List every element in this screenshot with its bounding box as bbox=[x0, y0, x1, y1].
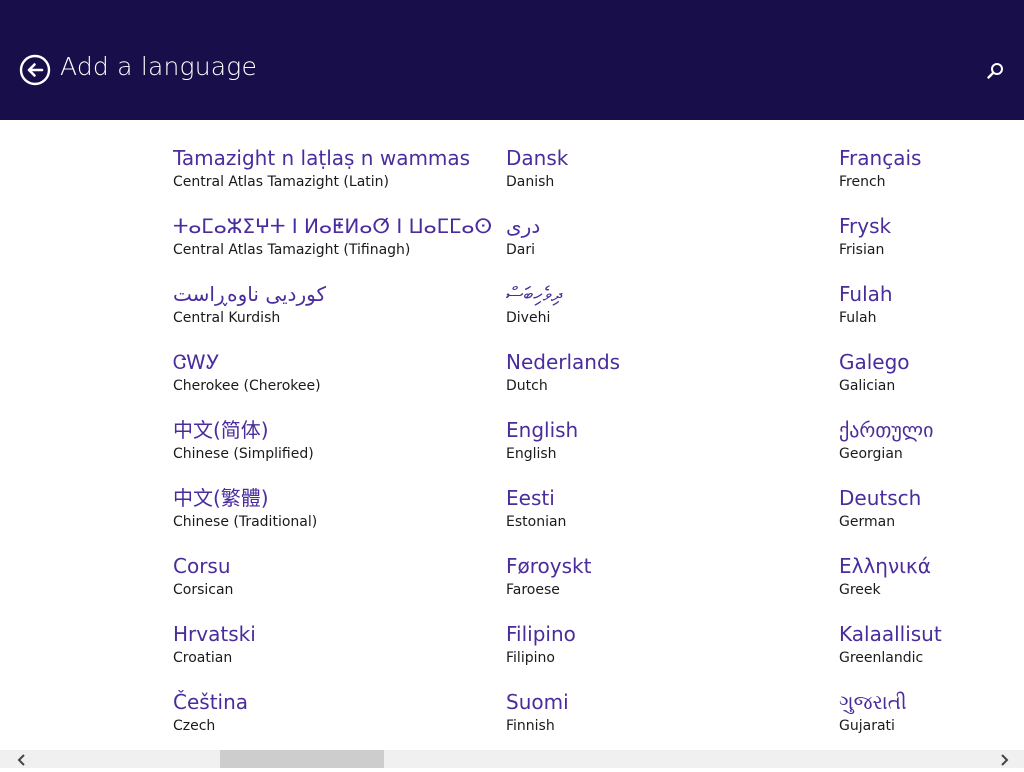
language-english-name: Chinese (Simplified) bbox=[173, 446, 314, 462]
horizontal-scrollbar[interactable] bbox=[0, 750, 1024, 768]
language-english-name: Czech bbox=[173, 718, 216, 734]
language-english-name: Finnish bbox=[506, 718, 555, 734]
header-bar: Add a language bbox=[0, 0, 1024, 120]
language-native-name: Galego bbox=[839, 350, 910, 374]
language-english-name: Greenlandic bbox=[839, 650, 924, 666]
language-native-name: ગુજરાતી bbox=[839, 690, 907, 714]
search-icon bbox=[987, 63, 1003, 79]
language-item[interactable]: Galego Galician bbox=[839, 348, 1024, 416]
back-button[interactable] bbox=[19, 54, 51, 86]
language-item[interactable]: Føroyskt Faroese bbox=[506, 552, 826, 620]
language-column: Tamazight n laṭlaṣ n wammas Central Atlas… bbox=[173, 144, 493, 750]
language-native-name: Deutsch bbox=[839, 486, 922, 510]
language-native-name: کوردیی ناوەڕاست bbox=[173, 282, 326, 306]
language-native-name: Tamazight n laṭlaṣ n wammas bbox=[173, 146, 471, 170]
language-native-name: Fulah bbox=[839, 282, 893, 306]
language-native-name: 中文(简体) bbox=[173, 418, 269, 442]
language-item[interactable]: Hrvatski Croatian bbox=[173, 620, 493, 688]
language-native-name: Suomi bbox=[506, 690, 569, 714]
language-english-name: English bbox=[506, 446, 557, 462]
language-english-name: Fulah bbox=[839, 310, 877, 326]
language-item[interactable]: Nederlands Dutch bbox=[506, 348, 826, 416]
language-native-name: Eesti bbox=[506, 486, 555, 510]
language-english-name: Estonian bbox=[506, 514, 567, 530]
language-native-name: ქართული bbox=[839, 418, 934, 442]
language-column: Français French Frysk Frisian Fulah Fulah G… bbox=[839, 144, 1024, 750]
scroll-left-button[interactable] bbox=[14, 752, 30, 768]
language-english-name: Greek bbox=[839, 582, 881, 598]
language-english-name: Central Atlas Tamazight (Tifinagh) bbox=[173, 242, 411, 258]
language-item[interactable]: Suomi Finnish bbox=[506, 688, 826, 750]
language-english-name: German bbox=[839, 514, 896, 530]
language-item[interactable]: Kalaallisut Greenlandic bbox=[839, 620, 1024, 688]
language-item[interactable]: Frysk Frisian bbox=[839, 212, 1024, 280]
chevron-right-icon bbox=[1001, 754, 1009, 766]
search-button[interactable] bbox=[984, 60, 1006, 82]
language-native-name: ᏣᎳᎩ bbox=[173, 350, 220, 374]
language-english-name: Divehi bbox=[506, 310, 551, 326]
language-item[interactable]: Corsu Corsican bbox=[173, 552, 493, 620]
language-item[interactable]: ދިވެހިބަސް Divehi bbox=[506, 280, 826, 348]
language-english-name: Faroese bbox=[506, 582, 560, 598]
language-item[interactable]: درى Dari bbox=[506, 212, 826, 280]
language-english-name: Dutch bbox=[506, 378, 548, 394]
language-english-name: Dari bbox=[506, 242, 536, 258]
language-native-name: Corsu bbox=[173, 554, 231, 578]
language-native-name: Filipino bbox=[506, 622, 576, 646]
language-item[interactable]: Čeština Czech bbox=[173, 688, 493, 750]
language-item[interactable]: Fulah Fulah bbox=[839, 280, 1024, 348]
language-english-name: Central Kurdish bbox=[173, 310, 281, 326]
language-english-name: Frisian bbox=[839, 242, 885, 258]
language-item[interactable]: Deutsch German bbox=[839, 484, 1024, 552]
language-english-name: Croatian bbox=[173, 650, 233, 666]
language-native-name: Dansk bbox=[506, 146, 569, 170]
language-english-name: Corsican bbox=[173, 582, 234, 598]
page-title: Add a language bbox=[60, 52, 258, 81]
language-native-name: 中文(繁體) bbox=[173, 486, 269, 510]
language-native-name: English bbox=[506, 418, 579, 442]
language-native-name: Ελληνικά bbox=[839, 554, 931, 578]
language-english-name: Gujarati bbox=[839, 718, 895, 734]
scroll-right-button[interactable] bbox=[996, 752, 1012, 768]
language-native-name: ދިވެހިބަސް bbox=[506, 282, 562, 306]
language-item[interactable]: Ελληνικά Greek bbox=[839, 552, 1024, 620]
language-item[interactable]: 中文(简体) Chinese (Simplified) bbox=[173, 416, 493, 484]
language-item[interactable]: ქართული Georgian bbox=[839, 416, 1024, 484]
language-item[interactable]: Eesti Estonian bbox=[506, 484, 826, 552]
language-native-name: Frysk bbox=[839, 214, 892, 238]
language-native-name: Kalaallisut bbox=[839, 622, 942, 646]
language-column: Dansk Danish درى Dari ދިވެހިބަސް Divehi Ned… bbox=[506, 144, 826, 750]
language-native-name: Français bbox=[839, 146, 922, 170]
language-english-name: French bbox=[839, 174, 886, 190]
scrollbar-thumb[interactable] bbox=[220, 750, 384, 768]
back-arrow-icon bbox=[19, 54, 51, 86]
language-item[interactable]: 中文(繁體) Chinese (Traditional) bbox=[173, 484, 493, 552]
language-item[interactable]: ⵜⴰⵎⴰⵣⵉⵖⵜ ⵏ ⵍⴰⵟⵍⴰⵚ ⵏ ⵡⴰⵎⵎⴰⵙ Central Atlas … bbox=[173, 212, 493, 280]
language-english-name: Georgian bbox=[839, 446, 903, 462]
language-english-name: Cherokee (Cherokee) bbox=[173, 378, 321, 394]
language-item[interactable]: Filipino Filipino bbox=[506, 620, 826, 688]
language-native-name: Nederlands bbox=[506, 350, 621, 374]
language-item[interactable]: Tamazight n laṭlaṣ n wammas Central Atlas… bbox=[173, 144, 493, 212]
language-native-name: Hrvatski bbox=[173, 622, 256, 646]
language-item[interactable]: Français French bbox=[839, 144, 1024, 212]
language-native-name: درى bbox=[506, 214, 541, 238]
language-english-name: Filipino bbox=[506, 650, 555, 666]
language-item[interactable]: کوردیی ناوەڕاست Central Kurdish bbox=[173, 280, 493, 348]
language-native-name: Čeština bbox=[173, 690, 249, 714]
language-native-name: Føroyskt bbox=[506, 554, 592, 578]
language-item[interactable]: ગુજરાતી Gujarati bbox=[839, 688, 1024, 750]
language-native-name: ⵜⴰⵎⴰⵣⵉⵖⵜ ⵏ ⵍⴰⵟⵍⴰⵚ ⵏ ⵡⴰⵎⵎⴰⵙ bbox=[173, 214, 493, 238]
language-item[interactable]: English English bbox=[506, 416, 826, 484]
language-english-name: Central Atlas Tamazight (Latin) bbox=[173, 174, 389, 190]
language-item[interactable]: ᏣᎳᎩ Cherokee (Cherokee) bbox=[173, 348, 493, 416]
language-english-name: Danish bbox=[506, 174, 555, 190]
language-english-name: Galician bbox=[839, 378, 896, 394]
language-item[interactable]: Dansk Danish bbox=[506, 144, 826, 212]
language-list: Tamazight n laṭlaṣ n wammas Central Atlas… bbox=[0, 120, 1024, 750]
language-english-name: Chinese (Traditional) bbox=[173, 514, 318, 530]
chevron-left-icon bbox=[17, 754, 25, 766]
